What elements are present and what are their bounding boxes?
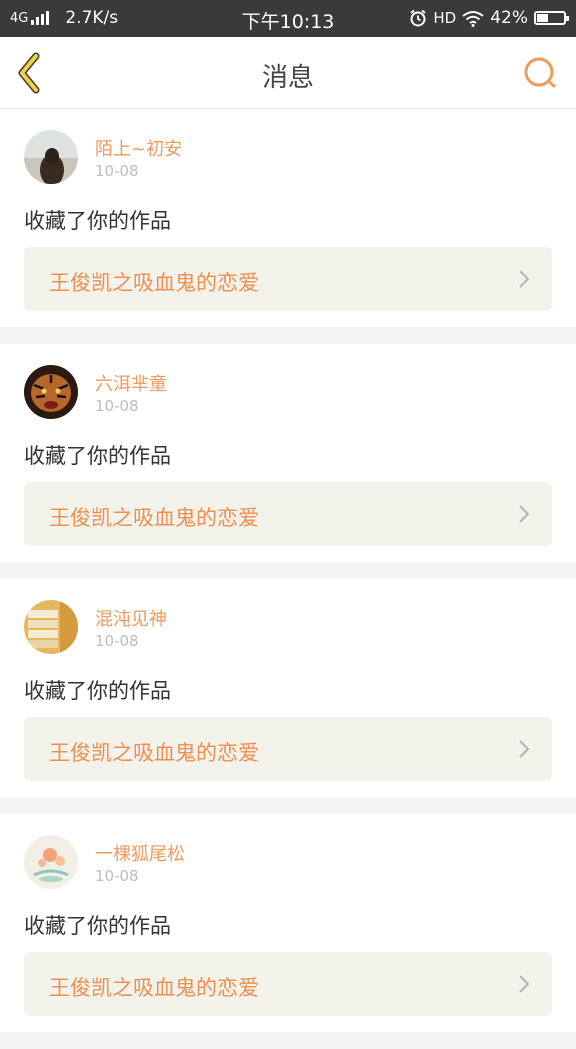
message-date: 10-08	[95, 162, 139, 180]
chevron-right-icon	[519, 740, 530, 758]
status-right: HD 42%	[403, 8, 569, 28]
work-title: 王俊凯之吸血鬼的恋爱	[49, 976, 259, 1000]
hd-indicator: HD	[433, 9, 457, 27]
message-card: 六洱芈童 10-08 收藏了你的作品 王俊凯之吸血鬼的恋爱	[0, 344, 576, 562]
action-text: 收藏了你的作品	[24, 209, 171, 233]
chevron-right-icon	[519, 975, 530, 993]
status-bar: 4G 2.7K/s 下午10:13 HD 42%	[0, 0, 576, 37]
work-link[interactable]: 王俊凯之吸血鬼的恋爱	[24, 952, 552, 1016]
avatar-flower-drawing	[24, 835, 78, 889]
work-title: 王俊凯之吸血鬼的恋爱	[49, 271, 259, 295]
chevron-left-icon	[18, 52, 40, 94]
alarm-icon	[410, 9, 426, 27]
avatar[interactable]	[24, 835, 78, 889]
action-text: 收藏了你的作品	[24, 914, 171, 938]
message-card: 陌上~初安 10-08 收藏了你的作品 王俊凯之吸血鬼的恋爱	[0, 109, 576, 327]
avatar[interactable]	[24, 600, 78, 654]
work-link[interactable]: 王俊凯之吸血鬼的恋爱	[24, 247, 552, 311]
message-list: 陌上~初安 10-08 收藏了你的作品 王俊凯之吸血鬼的恋爱 六洱芈童 10-0…	[0, 109, 576, 1049]
work-link[interactable]: 王俊凯之吸血鬼的恋爱	[24, 717, 552, 781]
wifi-icon	[462, 10, 484, 27]
message-card: 一棵狐尾松 10-08 收藏了你的作品 王俊凯之吸血鬼的恋爱	[0, 814, 576, 1032]
back-button[interactable]	[10, 50, 54, 96]
work-title: 王俊凯之吸血鬼的恋爱	[49, 506, 259, 530]
action-text: 收藏了你的作品	[24, 679, 171, 703]
top-nav-bar: 消息	[0, 37, 576, 109]
battery-icon	[534, 11, 569, 25]
avatar[interactable]	[24, 130, 78, 184]
search-button[interactable]	[520, 53, 560, 93]
avatar-tiger-photo	[24, 365, 78, 419]
username[interactable]: 六洱芈童	[95, 370, 167, 396]
action-text: 收藏了你的作品	[24, 444, 171, 468]
chevron-right-icon	[519, 505, 530, 523]
avatar-books-photo	[24, 600, 78, 654]
message-date: 10-08	[95, 397, 139, 415]
message-date: 10-08	[95, 867, 139, 885]
username[interactable]: 混沌见神	[95, 605, 167, 631]
avatar[interactable]	[24, 365, 78, 419]
work-title: 王俊凯之吸血鬼的恋爱	[49, 741, 259, 765]
search-icon	[524, 57, 556, 88]
message-card: 混沌见神 10-08 收藏了你的作品 王俊凯之吸血鬼的恋爱	[0, 579, 576, 797]
page-title: 消息	[261, 63, 314, 93]
work-link[interactable]: 王俊凯之吸血鬼的恋爱	[24, 482, 552, 546]
avatar-girl-photo	[24, 130, 78, 184]
chevron-right-icon	[519, 270, 530, 288]
battery-percent: 42%	[490, 8, 528, 28]
username[interactable]: 陌上~初安	[95, 135, 182, 161]
username[interactable]: 一棵狐尾松	[95, 840, 185, 866]
message-date: 10-08	[95, 632, 139, 650]
